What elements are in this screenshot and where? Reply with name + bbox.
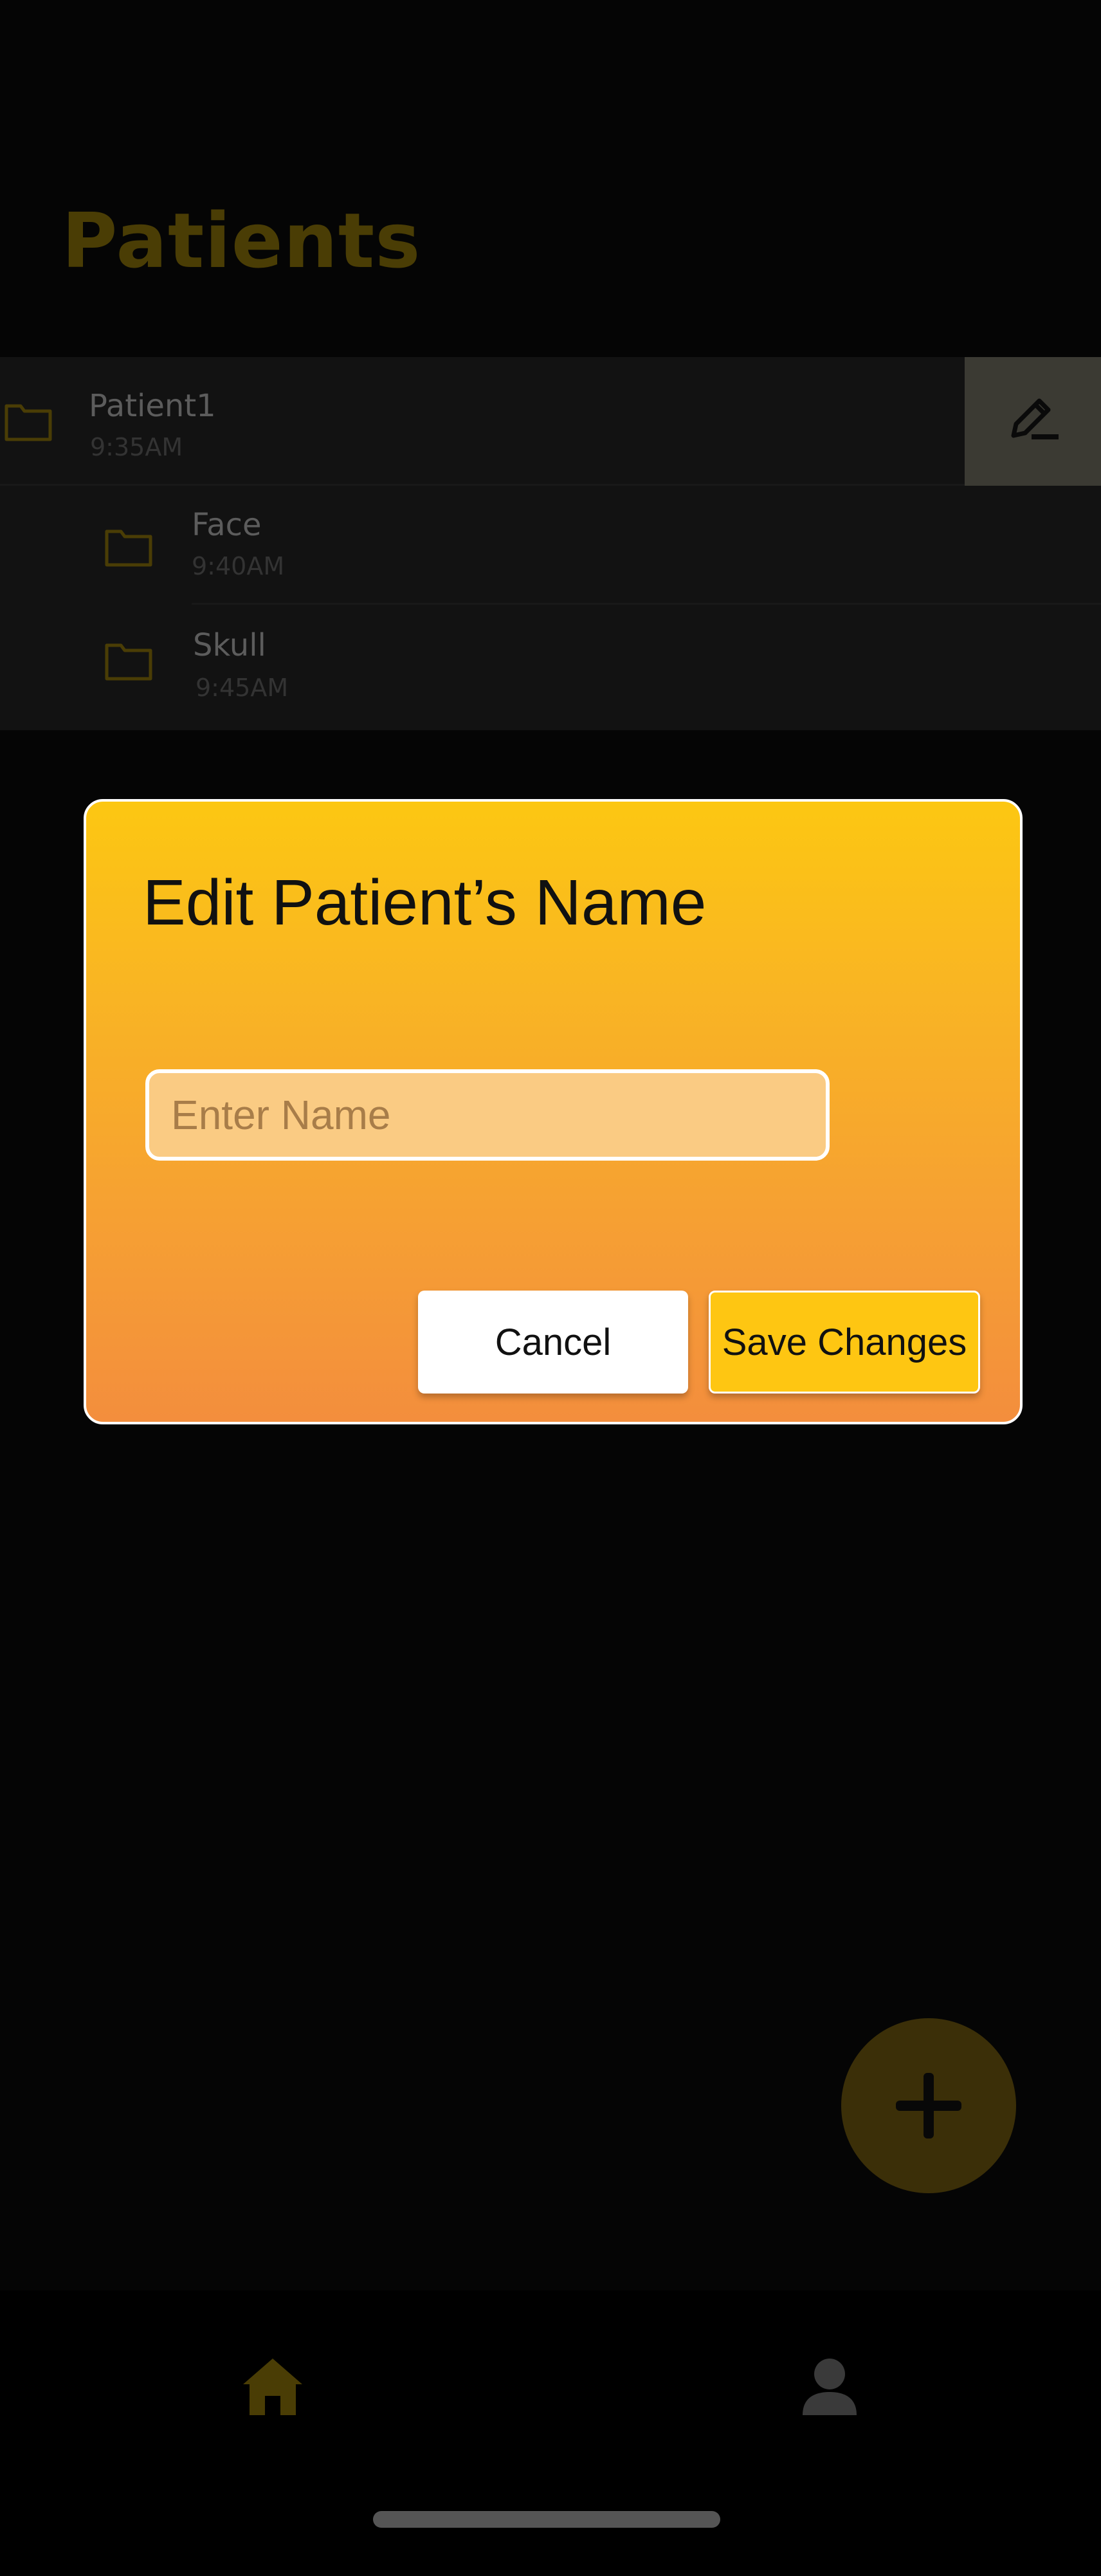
patient-list: Patient1 9:35AM Face 9:40AM Skull 9:45AM [0,357,1101,730]
home-icon [243,2359,302,2415]
edit-name-dialog: Edit Patient’s Name Cancel Save Changes [84,799,1023,1424]
plus-icon [896,2073,961,2139]
list-item-patient[interactable]: Patient1 9:35AM [0,357,1101,486]
app-screen: Patients Patient1 9:35AM Face 9:40AM Sku… [0,0,1101,2576]
page-title: Patients [62,196,421,285]
person-icon [803,2359,857,2415]
list-item-name: Face [192,507,262,543]
list-item-time: 9:35AM [90,433,183,461]
folder-icon [5,404,52,441]
bottom-nav [0,2290,1101,2576]
cancel-button[interactable]: Cancel [418,1291,688,1394]
folder-icon [105,643,152,681]
home-indicator[interactable] [373,2511,720,2528]
list-item-time: 9:45AM [196,674,289,702]
edit-button[interactable] [965,357,1101,486]
list-item-name: Skull [193,627,266,663]
folder-icon [105,529,152,567]
save-changes-button[interactable]: Save Changes [709,1291,980,1394]
add-button[interactable] [841,2018,1016,2193]
list-item-name: Patient1 [89,388,216,424]
name-input[interactable] [145,1069,830,1161]
pencil-edit-icon [1011,398,1059,439]
nav-profile[interactable] [791,2348,868,2425]
list-item-subfolder[interactable]: Skull 9:45AM [105,607,1101,730]
list-item-subfolder[interactable]: Face 9:40AM [105,488,1101,605]
dialog-title: Edit Patient’s Name [143,867,707,939]
nav-home[interactable] [234,2348,311,2425]
list-item-time: 9:40AM [192,552,285,580]
